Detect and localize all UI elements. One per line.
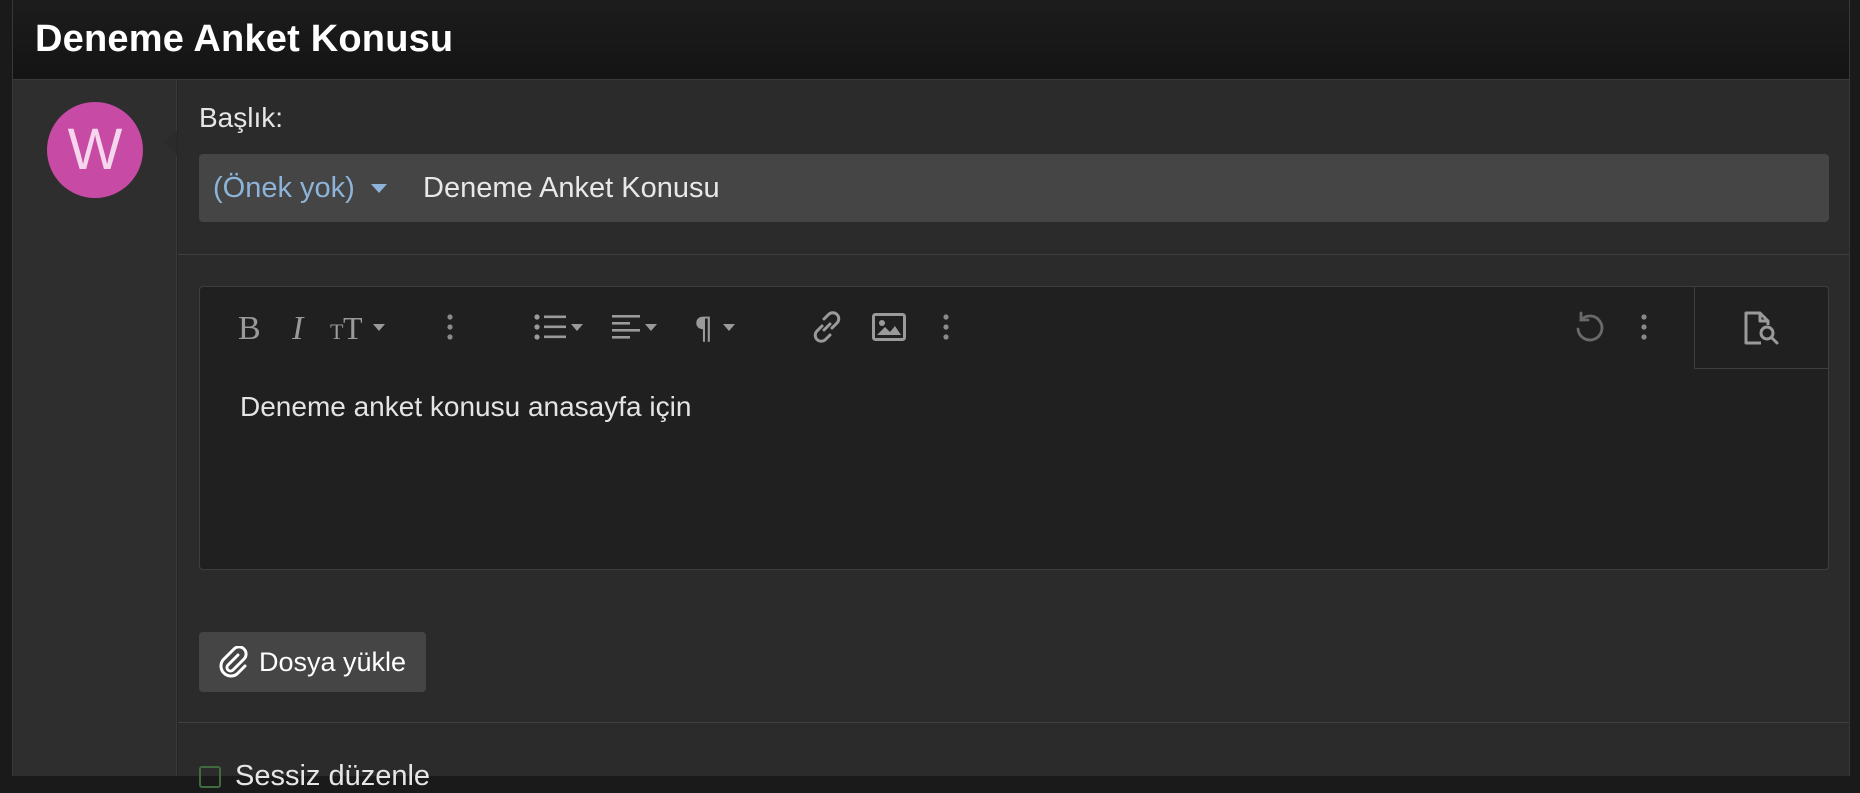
title-field: (Önek yok) Deneme Anket Konusu [199,154,1829,222]
prefix-dropdown[interactable]: (Önek yok) [213,154,387,222]
svg-text:T: T [330,319,344,344]
more-vertical-icon [447,314,453,340]
prefix-value: (Önek yok) [213,172,355,204]
more-vertical-icon [943,314,949,340]
svg-text:¶: ¶ [694,312,713,343]
paragraph-icon: ¶ [694,312,713,343]
align-button[interactable] [612,307,657,347]
undo-button[interactable] [1572,307,1606,347]
user-column: W [13,80,177,776]
chevron-down-icon [373,323,385,331]
editor-content[interactable]: Deneme anket konusu anasayfa için [240,391,691,423]
upload-file-button[interactable]: Dosya yükle [199,632,427,692]
title-label: Başlık: [199,102,284,133]
rich-text-editor: B I T T ¶ Deneme anket konusu anasayfa i… [199,286,1829,570]
chevron-down-icon [370,183,387,193]
silent-edit-checkbox[interactable] [199,765,221,788]
italic-icon: I [291,310,305,344]
svg-text:B: B [238,310,261,344]
text-size-icon: T T [330,310,363,344]
page-header: Deneme Anket Konusu [13,0,1849,80]
avatar[interactable]: W [47,102,143,198]
divider [178,722,1849,723]
more-insert-button[interactable] [942,307,950,347]
silent-edit-label: Sessiz düzenle [235,760,431,792]
preview-button[interactable] [1694,287,1828,369]
image-button[interactable] [872,307,906,347]
list-icon [534,314,566,340]
chevron-down-icon [723,323,735,331]
paragraph-button[interactable]: ¶ [694,307,735,347]
svg-text:I: I [291,310,305,344]
link-button[interactable] [810,307,844,347]
list-button[interactable] [534,307,583,347]
align-left-icon [612,315,640,339]
preview-icon [1744,311,1778,344]
editor-toolbar: B I T T ¶ [200,287,1828,369]
upload-file-label: Dosya yükle [259,646,407,677]
link-icon [813,311,841,343]
post-form: Başlık: (Önek yok) Deneme Anket Konusu B [178,80,1849,792]
page-title: Deneme Anket Konusu [35,18,454,60]
svg-text:T: T [343,310,363,344]
undo-icon [1576,311,1604,342]
more-text-button[interactable] [446,307,454,347]
more-vertical-icon [1641,314,1647,340]
page-container: Deneme Anket Konusu W Başlık: (Önek yok)… [12,0,1850,792]
text-size-button[interactable]: T T [330,307,385,347]
avatar-pointer [164,130,177,156]
chevron-down-icon [645,323,657,331]
image-icon [872,313,906,341]
silent-edit-option[interactable]: Sessiz düzenle [199,760,430,793]
italic-button[interactable]: I [290,307,312,347]
divider [178,254,1849,255]
bold-button[interactable]: B [236,307,262,347]
title-input[interactable]: Deneme Anket Konusu [423,154,720,222]
chevron-down-icon [571,323,583,331]
bold-icon: B [238,310,261,344]
more-options-button[interactable] [1640,307,1648,347]
paperclip-icon [219,646,248,678]
